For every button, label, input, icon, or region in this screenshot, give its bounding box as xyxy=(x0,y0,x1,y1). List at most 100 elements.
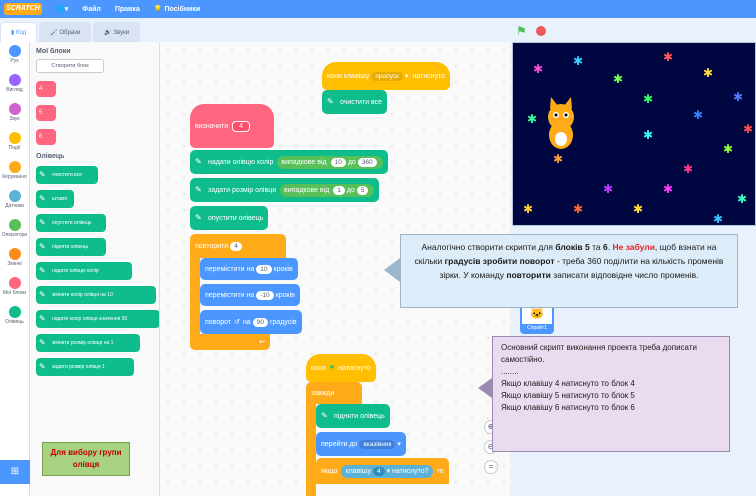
tab-code[interactable]: ▮ Код xyxy=(0,22,38,42)
random-to-input[interactable]: 360 xyxy=(357,157,377,167)
svg-text:✱: ✱ xyxy=(683,162,693,176)
custom-block-4[interactable]: 4 xyxy=(36,81,56,97)
category-label: Звук xyxy=(9,116,20,122)
block-text: до xyxy=(347,158,356,166)
palette-block-change-size[interactable]: змінити розмір олівця на 1 xyxy=(36,334,140,352)
pen-up-block[interactable]: ✎ підняти олівець xyxy=(316,404,390,428)
clear-block[interactable]: ✎ очистити все xyxy=(322,90,388,114)
category-sensing[interactable]: Датчики xyxy=(0,190,29,216)
palette-block-set-size[interactable]: задати розмір олівця 1 xyxy=(36,358,134,376)
menu-file[interactable]: Файл xyxy=(82,6,101,13)
random-from-input[interactable]: 1 xyxy=(333,185,345,195)
svg-text:✱: ✱ xyxy=(573,202,583,216)
tab-costumes[interactable]: 🖌 Образи xyxy=(39,22,92,42)
category-motion[interactable]: Рух xyxy=(0,45,29,71)
block-text: кроків xyxy=(275,291,295,299)
green-flag-button[interactable]: ⚑ xyxy=(516,24,527,38)
pen-icon: ✎ xyxy=(321,411,328,420)
events-dot-icon xyxy=(8,132,21,144)
pen-icon: ✎ xyxy=(195,185,202,194)
make-block-button[interactable]: Створити блок xyxy=(36,59,104,73)
category-events[interactable]: Події xyxy=(0,132,29,158)
random-to-input[interactable]: 5 xyxy=(356,185,369,195)
my-blocks-dot-icon xyxy=(8,277,21,289)
custom-block-5[interactable]: 5 xyxy=(36,105,56,121)
forever-block[interactable]: завжди xyxy=(306,382,362,404)
turn-degrees-input[interactable]: 90 xyxy=(252,317,268,327)
block-text: на xyxy=(242,318,251,326)
custom-block-6[interactable]: 6 xyxy=(36,129,56,145)
scratch-logo[interactable]: SCRATCH xyxy=(4,3,42,15)
svg-text:✱: ✱ xyxy=(723,142,733,156)
stage[interactable]: ✱ ✱ ✱ ✱ ✱ ✱ ✱ ✱ ✱ ✱ ✱ ✱ ✱ ✱ ✱ ✱ ✱ ✱ ✱ ✱ ✱ xyxy=(512,42,756,226)
svg-text:✱: ✱ xyxy=(573,54,583,68)
block-text: визначити xyxy=(195,122,229,130)
turn-block[interactable]: поворот ↺ на 90 градусів xyxy=(200,310,302,334)
palette-block-set-color[interactable]: надати олівцю колір xyxy=(36,262,132,280)
when-key-hat-block[interactable]: коли клавішу пропуск ▾ натиснуто xyxy=(322,62,450,90)
sprite-thumbnail[interactable]: 🐱 Спрайт1 xyxy=(520,304,554,334)
move-block[interactable]: перемістити на 10 кроків xyxy=(200,258,298,280)
define-hat-block[interactable]: визначити 4 xyxy=(190,104,274,148)
tab-costumes-label: Образи xyxy=(59,30,81,36)
tip-text: Якщо клавішу 6 натиснуто то блок 6 xyxy=(501,403,635,412)
key-dropdown[interactable]: пропуск xyxy=(371,71,403,81)
palette-block-set-color-value[interactable]: надати колір олівця значення 50 xyxy=(36,310,159,328)
palette-block-pen-down[interactable]: опустити олівець xyxy=(36,214,106,232)
category-my-blocks[interactable]: Мої блоки xyxy=(0,277,29,303)
zoom-reset-button[interactable]: = xyxy=(484,460,498,474)
svg-text:✱: ✱ xyxy=(733,90,743,104)
palette-block-change-color[interactable]: змінити колір олівця на 10 xyxy=(36,286,156,304)
palette-block-clear[interactable]: очистити все xyxy=(36,166,98,184)
goto-block[interactable]: перейти до вказівник ▾ xyxy=(316,432,406,456)
stop-button[interactable] xyxy=(536,26,546,36)
dropdown-arrow-icon: ▾ xyxy=(397,441,401,448)
pen-icon: ✎ xyxy=(327,97,334,106)
tab-sounds-label: Звуки xyxy=(113,30,130,36)
repeat-block[interactable]: повторити 4 xyxy=(190,234,286,258)
repeat-count-input[interactable]: 4 xyxy=(230,241,242,251)
move-steps-input[interactable]: -10 xyxy=(256,290,274,300)
category-sound[interactable]: Звук xyxy=(0,103,29,129)
goto-target-dropdown[interactable]: вказівник xyxy=(359,439,396,449)
category-menu: Рух Вигляд Звук Події Керування Датчики … xyxy=(0,42,30,496)
tip-text: Аналогічно створити скрипти для xyxy=(421,242,556,252)
category-operators[interactable]: Оператори xyxy=(0,219,29,245)
category-variables[interactable]: Змінні xyxy=(0,248,29,274)
menu-tutorials[interactable]: 💡 Посібники xyxy=(154,5,200,13)
scratch-cat-icon xyxy=(548,97,574,149)
block-text: завжди xyxy=(311,389,335,397)
repeat-arm xyxy=(190,258,200,334)
category-pen[interactable]: Олівець xyxy=(0,306,29,332)
my-blocks-heading: Мої блоки xyxy=(36,48,71,55)
svg-text:✱: ✱ xyxy=(743,122,753,136)
category-looks[interactable]: Вигляд xyxy=(0,74,29,100)
random-from-input[interactable]: 10 xyxy=(330,157,346,167)
tab-sounds[interactable]: 🔊 Звуки xyxy=(93,22,141,42)
svg-text:✱: ✱ xyxy=(663,182,673,196)
category-label: Датчики xyxy=(5,203,24,209)
globe-icon[interactable]: 🌐▾ xyxy=(56,5,68,13)
move-back-block[interactable]: перемістити на -10 кроків xyxy=(200,284,300,306)
pen-heading: Олівець xyxy=(36,153,65,160)
block-text: перемістити на xyxy=(205,265,255,273)
variables-dot-icon xyxy=(8,248,21,260)
add-extension-button[interactable]: ⊞ xyxy=(0,460,30,484)
when-flag-hat-block[interactable]: коли ⚑ натиснуто xyxy=(306,354,376,382)
category-control[interactable]: Керування xyxy=(0,161,29,187)
if-block[interactable]: якщо клавішу 4 ▾ натиснуто? то xyxy=(316,458,449,484)
menu-edit[interactable]: Правка xyxy=(115,6,140,13)
pen-dot-icon xyxy=(8,306,21,318)
palette-block-pen-up[interactable]: підняти олівець xyxy=(36,238,106,256)
tip-text-red: Не забули xyxy=(612,242,655,252)
tip-arrow xyxy=(478,378,492,398)
block-text: перейти до xyxy=(321,440,358,448)
set-pen-color-block[interactable]: ✎ надати олівцю колір випадкове від 10 до 3… xyxy=(190,150,388,174)
key-dropdown[interactable]: 4 xyxy=(372,466,385,476)
palette-block-stamp[interactable]: штамп xyxy=(36,190,74,208)
svg-text:✱: ✱ xyxy=(713,212,723,226)
instruction-tip-blocks: Аналогічно створити скрипти для блоків 5… xyxy=(400,234,738,308)
pen-down-block[interactable]: ✎ опустити олівець xyxy=(190,206,269,230)
move-steps-input[interactable]: 10 xyxy=(256,264,272,274)
set-pen-size-block[interactable]: ✎ задати розмір олівця випадкове від 1 до 5 xyxy=(190,178,380,202)
